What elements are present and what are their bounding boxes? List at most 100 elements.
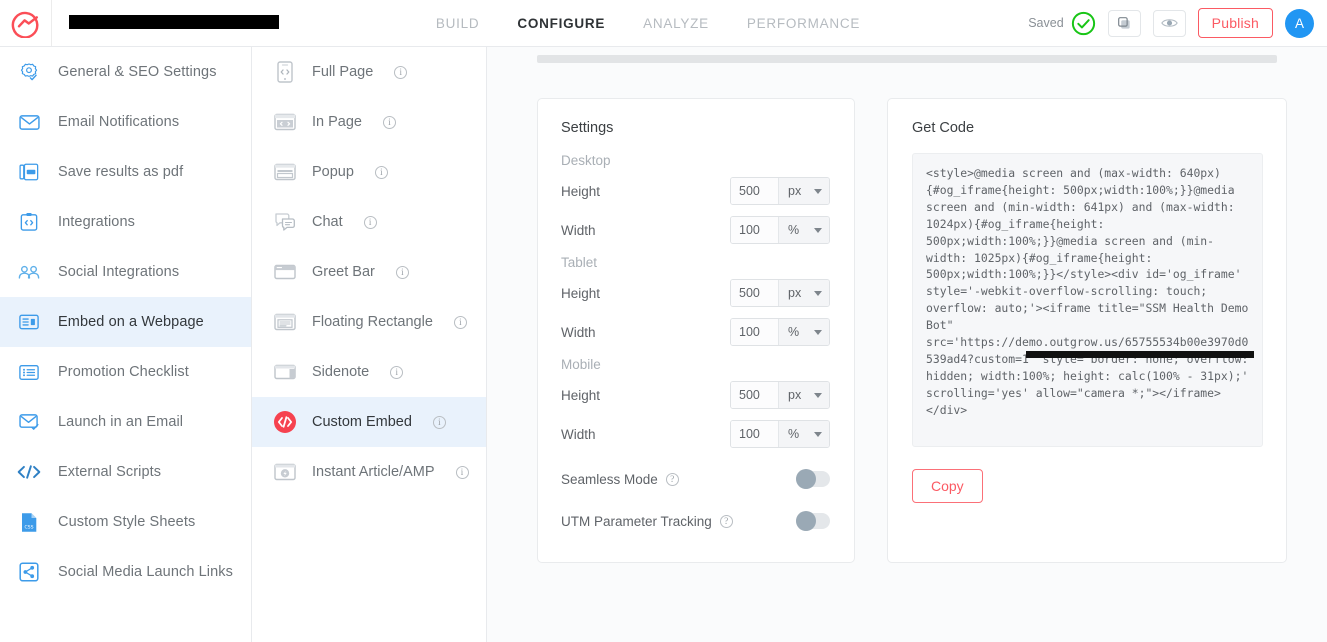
- sidebar-item-label: Integrations: [58, 214, 135, 230]
- height-unit-select[interactable]: px: [779, 280, 829, 306]
- sidebar-item-launch-in-an-email[interactable]: Launch in an Email: [0, 397, 251, 447]
- sidebar-item-custom-style-sheets[interactable]: CSS Custom Style Sheets: [0, 497, 251, 547]
- group-label-mobile: Mobile: [561, 357, 601, 372]
- sidebar-item-save-results-as-pdf[interactable]: Save results as pdf: [0, 147, 251, 197]
- embed-type-label: In Page: [312, 114, 362, 130]
- embed-type-instant-article-amp[interactable]: Instant Article/AMP i: [252, 447, 486, 497]
- info-icon[interactable]: i: [432, 415, 446, 429]
- avatar[interactable]: A: [1285, 8, 1314, 38]
- tab-build[interactable]: BUILD: [434, 12, 482, 35]
- embed-type-list: Full Page i In Page i Popup i Chat i Gre…: [252, 47, 487, 642]
- embed-type-chat[interactable]: Chat i: [252, 197, 486, 247]
- sidebar-item-social-media-launch-links[interactable]: Social Media Launch Links: [0, 547, 251, 597]
- embed-type-full-page[interactable]: Full Page i: [252, 47, 486, 97]
- tab-analyze[interactable]: ANALYZE: [641, 12, 711, 35]
- info-icon[interactable]: i: [395, 265, 409, 279]
- tab-configure[interactable]: CONFIGURE: [515, 12, 607, 35]
- sidebar-item-label: Social Integrations: [58, 264, 180, 280]
- utm-parameter-tracking-toggle[interactable]: [796, 511, 830, 531]
- unit-label: %: [788, 427, 800, 441]
- url-redaction-bar: [1026, 351, 1254, 358]
- seamless-mode-row: Seamless Mode ?: [561, 468, 830, 490]
- width-input-combo[interactable]: 100 %: [730, 420, 830, 448]
- embed-type-floating-rectangle[interactable]: Floating Rectangle i: [252, 297, 486, 347]
- sidebar-item-social-integrations[interactable]: Social Integrations: [0, 247, 251, 297]
- custom-embed-code-icon: [272, 409, 298, 435]
- width-unit-select[interactable]: %: [779, 217, 829, 243]
- width-input[interactable]: 100: [731, 421, 779, 447]
- field-tablet-width: Width 100 %: [561, 318, 830, 346]
- svg-text:CSS: CSS: [24, 524, 33, 530]
- publish-button[interactable]: Publish: [1197, 8, 1273, 38]
- header-actions: Saved Publish A: [1028, 8, 1327, 38]
- info-icon[interactable]: i: [363, 215, 377, 229]
- duplicate-button[interactable]: [1107, 9, 1141, 37]
- sidebar-item-label: General & SEO Settings: [58, 64, 217, 80]
- sidebar-item-embed-on-a-webpage[interactable]: Embed on a Webpage: [0, 297, 251, 347]
- embed-code-text: <style>@media screen and (max-width: 640…: [926, 166, 1256, 417]
- height-input-combo[interactable]: 500 px: [730, 177, 830, 205]
- chevron-down-icon: [814, 188, 822, 194]
- sidebar-item-email-notifications[interactable]: Email Notifications: [0, 97, 251, 147]
- width-input-combo[interactable]: 100 %: [730, 318, 830, 346]
- sidebar-item-label: Promotion Checklist: [58, 364, 189, 380]
- height-input-combo[interactable]: 500 px: [730, 381, 830, 409]
- height-input[interactable]: 500: [731, 178, 779, 204]
- embed-type-label: Instant Article/AMP: [312, 464, 435, 480]
- sidebar-item-integrations[interactable]: Integrations: [0, 197, 251, 247]
- height-input[interactable]: 500: [731, 382, 779, 408]
- info-icon[interactable]: i: [455, 465, 469, 479]
- embed-type-sidenote[interactable]: Sidenote i: [252, 347, 486, 397]
- embed-type-popup[interactable]: Popup i: [252, 147, 486, 197]
- width-input-combo[interactable]: 100 %: [730, 216, 830, 244]
- main-content: Settings Desktop Height 500 px Width 100…: [487, 47, 1327, 642]
- settings-card: Settings Desktop Height 500 px Width 100…: [537, 98, 855, 563]
- group-label-desktop: Desktop: [561, 153, 611, 168]
- info-icon[interactable]: i: [374, 165, 388, 179]
- height-input[interactable]: 500: [731, 280, 779, 306]
- pdf-save-icon: [16, 162, 42, 182]
- get-code-card-title: Get Code: [912, 120, 975, 136]
- sidebar-item-label: Social Media Launch Links: [58, 564, 233, 580]
- seamless-mode-toggle[interactable]: [796, 469, 830, 489]
- chevron-down-icon: [814, 431, 822, 437]
- embed-type-greet-bar[interactable]: Greet Bar i: [252, 247, 486, 297]
- info-icon[interactable]: i: [394, 65, 408, 79]
- config-sidebar: General & SEO Settings Email Notificatio…: [0, 47, 252, 642]
- top-progress-stub: [537, 55, 1277, 63]
- info-icon[interactable]: i: [383, 115, 396, 129]
- logo[interactable]: [0, 8, 51, 38]
- sidebar-item-general-seo-settings[interactable]: General & SEO Settings: [0, 47, 251, 97]
- width-input[interactable]: 100: [731, 319, 779, 345]
- preview-button[interactable]: [1152, 9, 1186, 37]
- width-input[interactable]: 100: [731, 217, 779, 243]
- sidebar-item-label: Save results as pdf: [58, 164, 184, 180]
- utm-label-wrap: UTM Parameter Tracking ?: [561, 514, 733, 529]
- sidebar-item-label: Email Notifications: [58, 114, 180, 130]
- tab-performance[interactable]: PERFORMANCE: [745, 12, 862, 35]
- copy-button[interactable]: Copy: [912, 469, 983, 503]
- greet-bar-icon: [272, 259, 298, 285]
- info-icon[interactable]: i: [390, 365, 404, 379]
- height-input-combo[interactable]: 500 px: [730, 279, 830, 307]
- chevron-down-icon: [814, 227, 822, 233]
- app-root: SSM Health Demo Bot BUILD CONFIGURE ANAL…: [0, 0, 1327, 642]
- social-users-icon: [16, 264, 42, 280]
- sidebar-item-external-scripts[interactable]: External Scripts: [0, 447, 251, 497]
- help-icon[interactable]: ?: [665, 472, 679, 486]
- embed-type-in-page[interactable]: In Page i: [252, 97, 486, 147]
- height-unit-select[interactable]: px: [779, 178, 829, 204]
- info-icon[interactable]: i: [453, 315, 467, 329]
- sidebar-item-promotion-checklist[interactable]: Promotion Checklist: [0, 347, 251, 397]
- toggle-label: UTM Parameter Tracking: [561, 513, 712, 529]
- width-unit-select[interactable]: %: [779, 421, 829, 447]
- width-unit-select[interactable]: %: [779, 319, 829, 345]
- title-redaction-bar: [69, 14, 279, 29]
- code-brackets-icon: [16, 464, 42, 480]
- embed-code-box[interactable]: <style>@media screen and (max-width: 640…: [912, 153, 1263, 447]
- height-unit-select[interactable]: px: [779, 382, 829, 408]
- embed-type-custom-embed[interactable]: Custom Embed i: [252, 397, 486, 447]
- floating-rectangle-icon: [272, 309, 298, 335]
- help-icon[interactable]: ?: [719, 514, 733, 528]
- field-desktop-height: Height 500 px: [561, 177, 830, 205]
